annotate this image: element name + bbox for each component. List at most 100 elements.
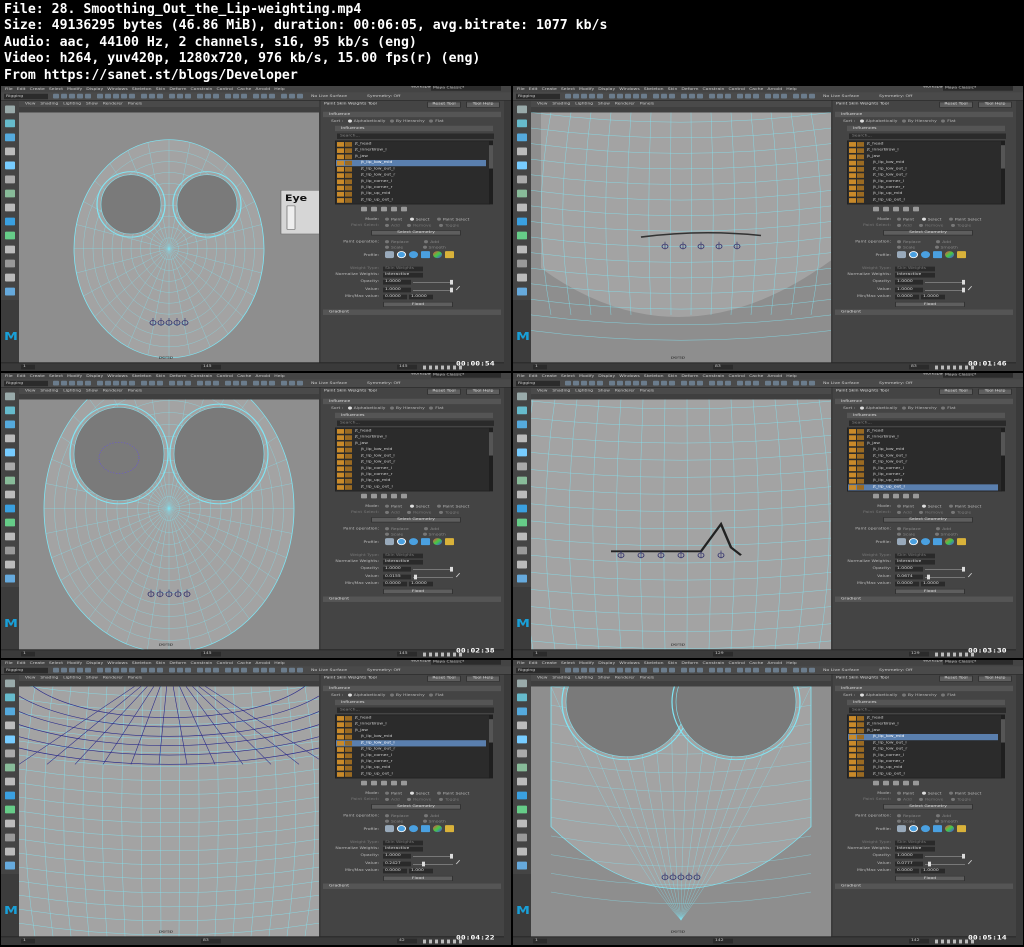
menu-modify[interactable]: Modify <box>579 374 594 378</box>
menu-control[interactable]: Control <box>728 661 745 665</box>
shelf-icon[interactable] <box>565 667 571 673</box>
shelf-icon[interactable] <box>581 667 587 673</box>
influences-section-header[interactable]: Influences <box>847 412 1005 419</box>
sort-flat-radio[interactable] <box>941 693 946 697</box>
lock-icon[interactable] <box>337 772 344 777</box>
start-frame[interactable]: 1 <box>533 938 547 944</box>
lock-icon[interactable] <box>849 772 856 777</box>
lasso-icon[interactable] <box>517 119 527 128</box>
shelf-icon[interactable] <box>633 667 639 673</box>
eyedropper-icon[interactable] <box>455 859 465 867</box>
gaussian-profile-icon[interactable] <box>897 825 906 833</box>
move-icon[interactable] <box>517 147 527 156</box>
ps-toggle-radio[interactable] <box>950 223 955 227</box>
flood-button[interactable]: Flood <box>383 875 453 882</box>
influence-section-header[interactable]: Influence <box>835 111 1013 118</box>
shelf-icon[interactable] <box>681 93 687 99</box>
tool-icon[interactable] <box>5 273 15 282</box>
normalize-dropdown[interactable]: Interactive <box>383 846 423 852</box>
shelf-icon[interactable] <box>97 380 103 386</box>
tool-icon[interactable] <box>5 203 15 212</box>
mode-paint-radio[interactable] <box>385 217 389 221</box>
ps-remove-radio[interactable] <box>407 223 412 227</box>
color-profile-icon[interactable] <box>945 825 954 833</box>
menu-windows[interactable]: Windows <box>619 374 640 378</box>
shelf-icon[interactable] <box>261 380 267 386</box>
op-add-radio[interactable] <box>424 527 429 531</box>
influence-action-icon[interactable] <box>371 493 377 499</box>
influence-action-icon[interactable] <box>873 780 879 786</box>
shelf-icon[interactable] <box>233 380 239 386</box>
menu-file[interactable]: File <box>5 374 13 378</box>
tool-help-button[interactable]: Tool Help <box>466 101 500 108</box>
op-smooth-radio[interactable] <box>422 245 427 249</box>
op-add-radio[interactable] <box>936 527 941 531</box>
menu-edit[interactable]: Edit <box>17 374 26 378</box>
shelf-icon[interactable] <box>105 93 111 99</box>
shelf-icon[interactable] <box>725 93 731 99</box>
viewport-menu-show[interactable]: Show <box>598 389 610 393</box>
menu-deform[interactable]: Deform <box>169 87 186 91</box>
value-input[interactable]: 1.0000 <box>895 287 923 293</box>
shelf-icon[interactable] <box>653 667 659 673</box>
menu-constrain[interactable]: Constrain <box>190 661 212 665</box>
max-value-input[interactable]: 1.0000 <box>921 294 945 300</box>
reset-tool-button[interactable]: Reset Tool <box>939 675 973 682</box>
shelf-icon[interactable] <box>269 93 275 99</box>
tool-icon[interactable] <box>517 532 527 541</box>
viewport-menu-lighting[interactable]: Lighting <box>63 102 81 106</box>
paint-icon[interactable] <box>5 133 15 142</box>
sort-flat-radio[interactable] <box>429 119 434 123</box>
tool-help-button[interactable]: Tool Help <box>978 675 1012 682</box>
menu-skin[interactable]: Skin <box>156 661 166 665</box>
ps-toggle-radio[interactable] <box>438 797 443 801</box>
viewport-3d[interactable]: persp <box>531 112 831 363</box>
opacity-input[interactable]: 1.0000 <box>895 279 923 285</box>
op-scale-radio[interactable] <box>897 245 901 249</box>
viewport-menu-view[interactable]: View <box>537 102 547 106</box>
lock-icon[interactable] <box>849 453 856 459</box>
symmetry-dropdown[interactable]: Symmetry: Off <box>367 94 400 99</box>
shelf-icon[interactable] <box>205 93 211 99</box>
shelf-icon[interactable] <box>185 380 191 386</box>
lock-icon[interactable] <box>849 716 856 721</box>
menu-create[interactable]: Create <box>30 87 45 91</box>
mode-select-radio[interactable] <box>409 791 414 795</box>
value-slider[interactable] <box>413 287 453 293</box>
lock-icon[interactable] <box>849 728 856 734</box>
color-profile-icon[interactable] <box>945 251 954 259</box>
eyedropper-icon[interactable] <box>455 572 465 580</box>
lock-icon[interactable] <box>849 185 856 191</box>
shelf-icon[interactable] <box>709 667 715 673</box>
viewport-menu-view[interactable]: View <box>25 676 35 680</box>
lock-icon[interactable] <box>849 485 856 490</box>
square-profile-icon[interactable] <box>421 251 430 259</box>
menu-arnold[interactable]: Arnold <box>767 661 782 665</box>
menu-modify[interactable]: Modify <box>67 661 82 665</box>
lock-icon[interactable] <box>849 765 856 771</box>
tool-icon[interactable] <box>5 490 15 499</box>
square-profile-icon[interactable] <box>421 825 430 833</box>
op-scale-radio[interactable] <box>385 245 389 249</box>
influence-list[interactable]: jt_head jt_innerBrow_l jt_jaw jt_lip_low… <box>847 427 1002 492</box>
shelf-icon[interactable] <box>573 93 579 99</box>
op-scale-radio[interactable] <box>385 532 389 536</box>
weight-type-dropdown[interactable]: Skin Weights <box>895 840 935 846</box>
lock-icon[interactable] <box>337 460 344 465</box>
lock-icon[interactable] <box>337 154 344 160</box>
op-replace-radio[interactable] <box>385 527 389 531</box>
menu-select[interactable]: Select <box>561 87 575 91</box>
shelf-icon[interactable] <box>609 380 615 386</box>
lock-icon[interactable] <box>337 478 344 484</box>
weight-type-dropdown[interactable]: Skin Weights <box>383 266 423 272</box>
shelf-icon[interactable] <box>121 380 127 386</box>
viewport-menu-show[interactable]: Show <box>86 102 98 106</box>
op-replace-radio[interactable] <box>385 240 389 244</box>
influence-action-icon[interactable] <box>913 493 919 499</box>
lock-icon[interactable] <box>337 485 344 490</box>
sort-hier-radio[interactable] <box>901 693 906 697</box>
rotate-icon[interactable] <box>517 735 527 744</box>
shelf-icon[interactable] <box>669 667 675 673</box>
shelf-icon[interactable] <box>641 380 647 386</box>
gradient-section-header[interactable]: Gradient <box>323 883 501 889</box>
